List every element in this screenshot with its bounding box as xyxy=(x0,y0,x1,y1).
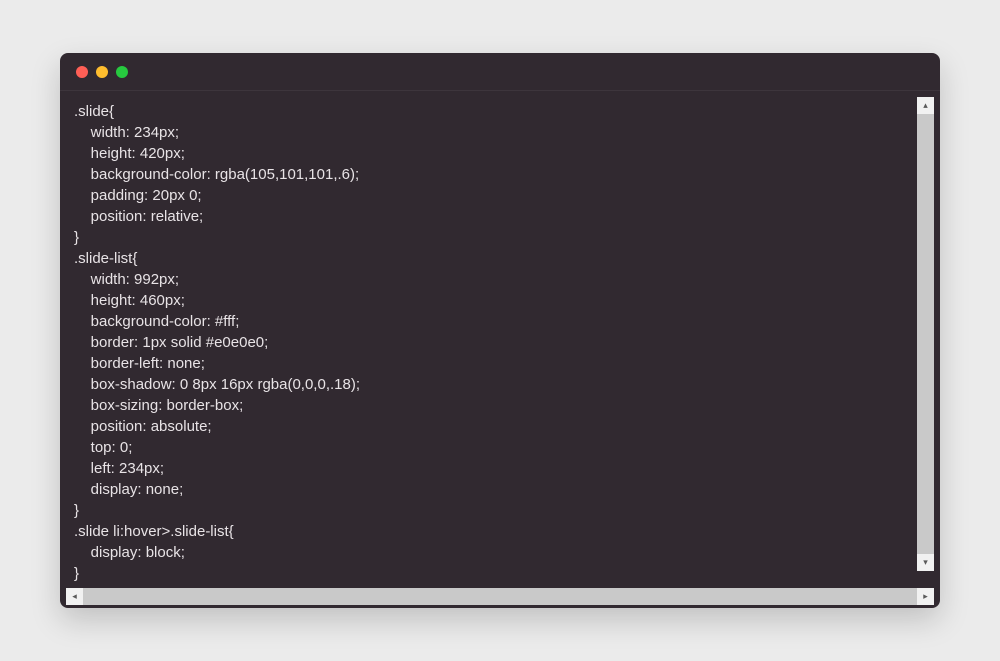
scroll-left-arrow-icon[interactable]: ◂ xyxy=(66,588,83,605)
scroll-right-arrow-icon[interactable]: ▸ xyxy=(917,588,934,605)
scroll-down-arrow-icon[interactable]: ▾ xyxy=(917,554,934,571)
minimize-window-button[interactable] xyxy=(96,66,108,78)
editor-window: .slide{ width: 234px; height: 420px; bac… xyxy=(60,53,940,608)
horizontal-scroll-track[interactable] xyxy=(83,588,917,605)
horizontal-scrollbar[interactable]: ◂ ▸ xyxy=(66,588,934,605)
code-content[interactable]: .slide{ width: 234px; height: 420px; bac… xyxy=(66,97,934,588)
vertical-scroll-thumb[interactable] xyxy=(917,114,934,554)
horizontal-scroll-thumb[interactable] xyxy=(83,588,884,605)
scroll-up-arrow-icon[interactable]: ▴ xyxy=(917,97,934,114)
editor-area: .slide{ width: 234px; height: 420px; bac… xyxy=(66,97,934,605)
vertical-scrollbar[interactable]: ▴ ▾ xyxy=(917,97,934,571)
maximize-window-button[interactable] xyxy=(116,66,128,78)
titlebar xyxy=(60,53,940,91)
code-viewport[interactable]: .slide{ width: 234px; height: 420px; bac… xyxy=(66,97,934,588)
vertical-scroll-track[interactable] xyxy=(917,114,934,554)
close-window-button[interactable] xyxy=(76,66,88,78)
